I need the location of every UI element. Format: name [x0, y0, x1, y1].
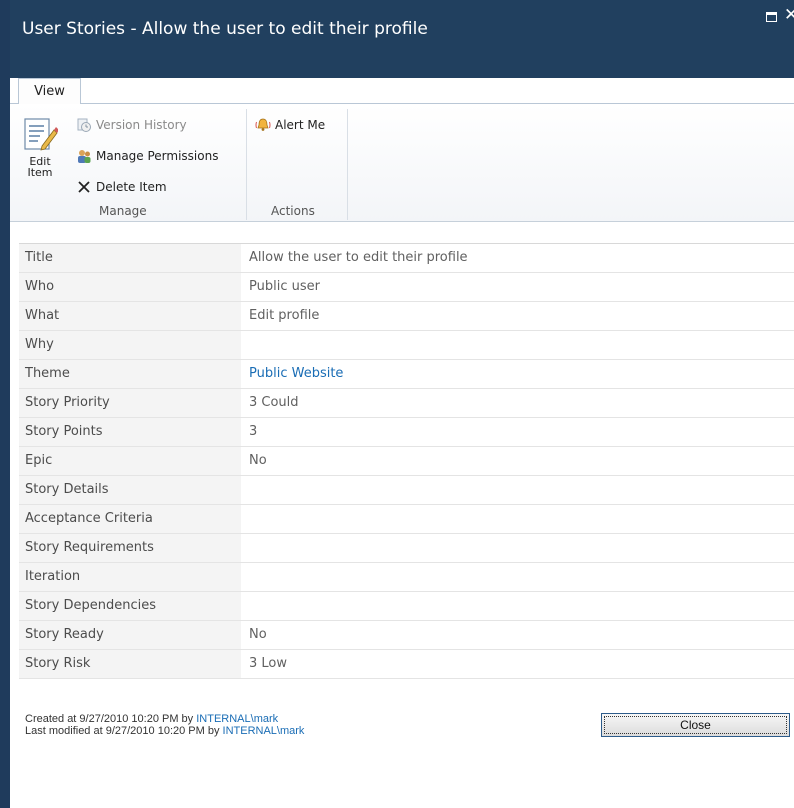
- field-row: Why: [19, 331, 794, 360]
- field-row: Iteration: [19, 563, 794, 592]
- field-row: Story Priority 3 Could: [19, 389, 794, 418]
- dialog-title: User Stories - Allow the user to edit th…: [22, 19, 428, 39]
- field-row: Story Dependencies: [19, 592, 794, 621]
- field-value: 3: [249, 424, 258, 439]
- field-row: Story Requirements: [19, 534, 794, 563]
- ribbon: Edit Item Version History Manage Permiss…: [10, 103, 794, 222]
- version-history-icon: [76, 117, 92, 133]
- field-label: Story Requirements: [19, 534, 241, 562]
- field-label: Title: [19, 244, 241, 272]
- field-row: What Edit profile: [19, 302, 794, 331]
- delete-item-button[interactable]: Delete Item: [76, 177, 167, 197]
- field-value: 3 Could: [249, 395, 299, 410]
- field-row: Title Allow the user to edit their profil…: [19, 244, 794, 273]
- tab-view[interactable]: View: [18, 78, 81, 104]
- manage-permissions-label: Manage Permissions: [96, 149, 219, 163]
- field-value: No: [249, 453, 267, 468]
- field-row: Theme Public Website: [19, 360, 794, 389]
- maximize-icon[interactable]: [766, 12, 777, 22]
- version-history-button[interactable]: Version History: [76, 115, 187, 135]
- edit-item-icon: [22, 116, 59, 154]
- field-row: Acceptance Criteria: [19, 505, 794, 534]
- field-row: Story Details: [19, 476, 794, 505]
- field-value: Allow the user to edit their profile: [249, 250, 468, 265]
- version-history-label: Version History: [96, 118, 187, 132]
- alert-me-button[interactable]: Alert Me: [255, 115, 325, 135]
- field-value: [241, 505, 794, 533]
- field-label: Story Risk: [19, 650, 241, 678]
- field-value: [241, 476, 794, 504]
- properties-table: Title Allow the user to edit their profil…: [19, 243, 794, 679]
- field-label: Theme: [19, 360, 241, 388]
- field-value: Edit profile: [249, 308, 320, 323]
- field-label: Iteration: [19, 563, 241, 591]
- field-value: [241, 592, 794, 620]
- field-value: [241, 563, 794, 591]
- manage-permissions-button[interactable]: Manage Permissions: [76, 146, 218, 166]
- field-value: No: [249, 627, 267, 642]
- field-value: Public user: [249, 279, 320, 294]
- group-label-manage: Manage: [99, 204, 147, 218]
- field-row: Epic No: [19, 447, 794, 476]
- modified-by-link[interactable]: INTERNAL\mark: [223, 725, 305, 737]
- delete-icon: [76, 179, 92, 195]
- modified-text: Last modified at 9/27/2010 10:20 PM by: [25, 725, 223, 737]
- dialog-title-bar: User Stories - Allow the user to edit th…: [10, 0, 794, 78]
- field-label: Acceptance Criteria: [19, 505, 241, 533]
- edit-item-button[interactable]: Edit Item: [22, 116, 59, 179]
- field-row: Story Risk 3 Low: [19, 650, 794, 679]
- item-metadata: Created at 9/27/2010 10:20 PM by INTERNA…: [25, 713, 304, 737]
- field-label: Story Priority: [19, 389, 241, 417]
- field-label: Story Dependencies: [19, 592, 241, 620]
- created-info: Created at 9/27/2010 10:20 PM by INTERNA…: [25, 713, 304, 725]
- group-label-actions: Actions: [271, 204, 315, 218]
- created-by-link[interactable]: INTERNAL\mark: [196, 713, 278, 725]
- modified-info: Last modified at 9/27/2010 10:20 PM by I…: [25, 725, 304, 737]
- field-label: Epic: [19, 447, 241, 475]
- field-label: What: [19, 302, 241, 330]
- field-value-link[interactable]: Public Website: [241, 360, 794, 388]
- edit-item-label-line2: Item: [27, 166, 53, 179]
- field-value: [241, 534, 794, 562]
- field-value: [241, 331, 794, 359]
- ribbon-group-divider: [246, 109, 247, 220]
- manage-permissions-icon: [76, 148, 92, 164]
- field-row: Story Ready No: [19, 621, 794, 650]
- field-label: Why: [19, 331, 241, 359]
- field-value: 3 Low: [249, 656, 288, 671]
- field-row: Who Public user: [19, 273, 794, 302]
- close-button[interactable]: Close: [601, 713, 790, 737]
- alert-bell-icon: [255, 117, 271, 133]
- window-frame-edge: [0, 0, 10, 808]
- alert-me-label: Alert Me: [275, 118, 326, 132]
- field-label: Story Details: [19, 476, 241, 504]
- field-label: Story Ready: [19, 621, 241, 649]
- field-label: Story Points: [19, 418, 241, 446]
- delete-item-label: Delete Item: [96, 180, 167, 194]
- field-label: Who: [19, 273, 241, 301]
- ribbon-group-divider: [347, 109, 348, 220]
- close-icon[interactable]: ✕: [784, 7, 794, 24]
- field-row: Story Points 3: [19, 418, 794, 447]
- created-text: Created at 9/27/2010 10:20 PM by: [25, 713, 197, 725]
